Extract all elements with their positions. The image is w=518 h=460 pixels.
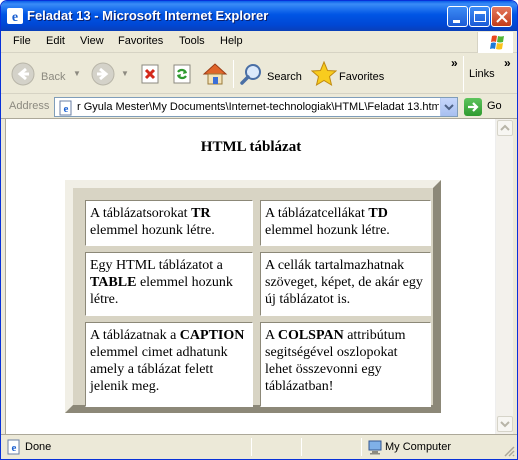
status-separator	[251, 438, 252, 456]
go-arrow-icon[interactable]	[464, 98, 482, 116]
refresh-button[interactable]	[172, 58, 194, 90]
status-text: Done	[25, 441, 52, 453]
favorites-button[interactable]: Favorites	[311, 58, 387, 90]
minimize-button[interactable]	[447, 6, 468, 27]
favorites-label: Favorites	[339, 71, 385, 83]
refresh-icon	[173, 64, 191, 84]
table-cell: A COLSPAN attribútum segitségével oszlop…	[260, 322, 431, 407]
address-input[interactable]: e r Gyula Mester\My Documents\Internet-t…	[54, 97, 458, 117]
back-arrow-icon	[11, 62, 35, 86]
back-dropdown-icon[interactable]: ▼	[73, 69, 81, 78]
close-button[interactable]	[491, 6, 512, 27]
scroll-up-button[interactable]	[497, 120, 513, 136]
toolbar-overflow-chevron[interactable]: »	[451, 56, 458, 70]
links-separator	[463, 56, 464, 92]
menu-file[interactable]: File	[13, 35, 31, 47]
toolbar-separator	[233, 60, 234, 88]
html-table: A táblázatsorokat TR elemmel hozunk létr…	[65, 180, 441, 413]
menu-edit[interactable]: Edit	[46, 35, 65, 47]
resize-grip-icon[interactable]	[503, 445, 515, 457]
maximize-button[interactable]	[469, 6, 490, 27]
vertical-scrollbar[interactable]	[495, 119, 513, 434]
page-done-icon: e	[7, 439, 20, 455]
forward-dropdown-icon[interactable]: ▼	[121, 69, 129, 78]
status-bar: e Done My Computer	[1, 434, 517, 459]
title-bar[interactable]: e Feladat 13 - Microsoft Internet Explor…	[1, 1, 517, 31]
table-cell: A táblázatcellákat TD elemmel hozunk lét…	[260, 200, 431, 246]
status-separator	[361, 438, 362, 456]
stop-icon	[141, 64, 159, 84]
table-cell: A táblázatnak a CAPTION elemmel cimet ad…	[85, 322, 253, 407]
page-content: HTML táblázat A táblázatsorokat TR elemm…	[5, 119, 495, 434]
search-label: Search	[267, 71, 302, 83]
home-icon	[202, 63, 228, 85]
menu-view[interactable]: View	[80, 35, 104, 47]
back-label: Back	[41, 71, 66, 83]
standard-toolbar: Back ▼ ▼ Search Favorites » Links »	[1, 54, 517, 94]
my-computer-icon	[368, 440, 382, 455]
search-icon	[240, 64, 261, 85]
menu-bar: File Edit View Favorites Tools Help	[1, 31, 517, 53]
status-separator	[301, 438, 302, 456]
go-button[interactable]: Go	[487, 100, 502, 112]
links-overflow-chevron[interactable]: »	[504, 56, 511, 70]
address-dropdown-icon[interactable]	[440, 98, 457, 116]
forward-arrow-icon	[91, 62, 115, 86]
search-button[interactable]: Search	[239, 58, 305, 90]
favorites-star-icon	[311, 61, 337, 87]
table-cell: Egy HTML táblázatot a TABLE elemmel hozu…	[85, 252, 253, 316]
menu-help[interactable]: Help	[220, 35, 243, 47]
table-cell: A cellák tartalmazhatnak szöveget, képet…	[260, 252, 431, 316]
ie-window: e Feladat 13 - Microsoft Internet Explor…	[0, 0, 518, 460]
menu-tools[interactable]: Tools	[179, 35, 205, 47]
page-icon: e	[59, 100, 72, 116]
svg-text:e: e	[64, 103, 69, 115]
links-label[interactable]: Links	[469, 68, 495, 80]
scroll-down-button[interactable]	[497, 416, 513, 432]
table-caption: HTML táblázat	[200, 139, 302, 155]
address-bar: Address e r Gyula Mester\My Documents\In…	[1, 95, 517, 119]
address-label: Address	[9, 100, 50, 112]
address-value: r Gyula Mester\My Documents\Internet-tec…	[77, 101, 439, 113]
stop-button[interactable]	[140, 58, 162, 90]
svg-text:e: e	[12, 10, 18, 24]
home-button[interactable]	[202, 58, 228, 90]
window-title: Feladat 13 - Microsoft Internet Explorer	[27, 8, 269, 23]
windows-logo-icon	[477, 32, 513, 53]
security-zone-label: My Computer	[385, 441, 452, 453]
ie-logo-icon: e	[7, 8, 23, 24]
forward-button[interactable]	[91, 58, 117, 90]
back-button[interactable]: Back	[11, 58, 71, 90]
table-cell: A táblázatsorokat TR elemmel hozunk létr…	[85, 200, 253, 246]
svg-text:e: e	[12, 442, 17, 454]
menu-favorites[interactable]: Favorites	[118, 35, 163, 47]
